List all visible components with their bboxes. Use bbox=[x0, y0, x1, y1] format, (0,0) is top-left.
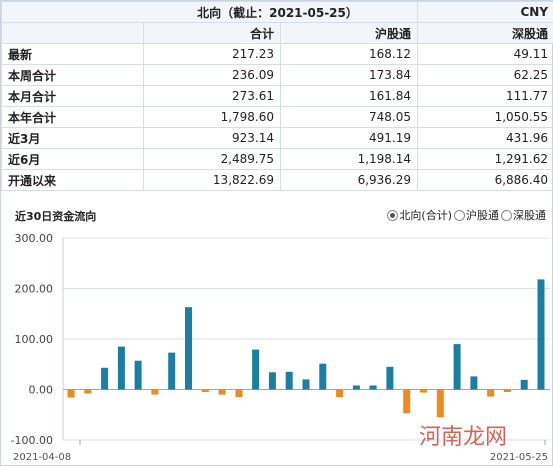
cell-total: 236.09 bbox=[143, 64, 281, 86]
flow-bar[interactable] bbox=[403, 389, 411, 414]
row-label: 最新 bbox=[1, 43, 144, 65]
cell-shanghai: 168.12 bbox=[279, 43, 419, 65]
table-row: 最新 217.23 168.12 49.11 bbox=[1, 43, 553, 65]
table-row: 本年合计 1,798.60 748.05 1,050.55 bbox=[1, 106, 553, 128]
row-label: 开通以来 bbox=[1, 169, 144, 191]
flow-bar[interactable] bbox=[218, 389, 226, 395]
flow-bar[interactable] bbox=[168, 352, 176, 390]
flow-bar[interactable] bbox=[117, 346, 125, 390]
cell-shanghai: 491.19 bbox=[279, 127, 419, 149]
cell-shanghai: 161.84 bbox=[279, 85, 419, 107]
option-label: 沪股通 bbox=[466, 209, 499, 222]
flow-bar[interactable] bbox=[520, 379, 528, 390]
flow-bar[interactable] bbox=[302, 379, 310, 390]
table-title-row: 北向（截止：2021-05-25） CNY bbox=[0, 1, 553, 23]
flow-bar[interactable] bbox=[436, 389, 444, 418]
column-header-blank bbox=[1, 22, 144, 44]
flow-bar[interactable] bbox=[67, 389, 75, 398]
flow-bar[interactable] bbox=[319, 363, 327, 390]
row-label: 本周合计 bbox=[1, 64, 144, 86]
chart-bars bbox=[67, 279, 545, 418]
flow-bar[interactable] bbox=[470, 376, 478, 390]
flow-bar[interactable] bbox=[151, 389, 159, 395]
column-header-row: 合计 沪股通 深股通 bbox=[1, 22, 553, 44]
chart-title: 近30日资金流向 bbox=[15, 210, 97, 223]
cell-shenzhen: 431.96 bbox=[417, 127, 553, 149]
flow-bar[interactable] bbox=[336, 389, 344, 398]
table-title: 北向（截止：2021-05-25） bbox=[0, 1, 419, 23]
table-row: 本月合计 273.61 161.84 111.77 bbox=[1, 85, 553, 107]
cell-total: 273.61 bbox=[143, 85, 281, 107]
option-shanghai-connect[interactable]: 沪股通 bbox=[454, 207, 499, 223]
radio-unselected-icon[interactable] bbox=[454, 209, 465, 221]
option-label: 北向(合计) bbox=[399, 209, 452, 222]
series-selector: 北向(合计) 沪股通 深股通 bbox=[387, 207, 546, 223]
flow-bar[interactable] bbox=[285, 371, 293, 390]
flow-bar[interactable] bbox=[453, 344, 461, 390]
flow-bar[interactable] bbox=[487, 389, 495, 397]
flow-bar[interactable] bbox=[134, 360, 142, 390]
column-header-shenzhen[interactable]: 深股通 bbox=[417, 22, 553, 44]
option-shenzhen-connect[interactable]: 深股通 bbox=[501, 207, 546, 223]
currency-label: CNY bbox=[417, 1, 553, 23]
flow-bar[interactable] bbox=[235, 389, 243, 398]
column-header-total[interactable]: 合计 bbox=[143, 22, 281, 44]
radio-selected-icon[interactable] bbox=[387, 209, 399, 221]
flow-bar[interactable] bbox=[369, 385, 377, 390]
x-axis-end-label: 2021-05-25 bbox=[490, 452, 548, 463]
table-row: 近3月 923.14 491.19 431.96 bbox=[1, 127, 553, 149]
cell-shenzhen: 49.11 bbox=[417, 43, 553, 65]
y-tick-label: 100.00 bbox=[15, 333, 54, 346]
cell-total: 923.14 bbox=[143, 127, 281, 149]
row-label: 本月合计 bbox=[1, 85, 144, 107]
cell-shanghai: 173.84 bbox=[279, 64, 419, 86]
cell-shenzhen: 1,291.62 bbox=[417, 148, 553, 170]
flow-bar[interactable] bbox=[420, 389, 427, 393]
y-tick-label: 200.00 bbox=[15, 283, 54, 296]
flow-bar[interactable] bbox=[352, 385, 360, 390]
y-tick-label: 300.00 bbox=[15, 232, 54, 245]
cell-shenzhen: 1,050.55 bbox=[417, 106, 553, 128]
cell-total: 1,798.60 bbox=[143, 106, 281, 128]
northbound-flow-widget: 北向（截止：2021-05-25） CNY 合计 沪股通 深股通 最新 217.… bbox=[0, 0, 553, 466]
table-row: 本周合计 236.09 173.84 62.25 bbox=[1, 64, 553, 86]
flow-bar[interactable] bbox=[386, 366, 394, 390]
cell-total: 13,822.69 bbox=[143, 169, 281, 191]
cell-shanghai: 748.05 bbox=[279, 106, 419, 128]
flow-bar[interactable] bbox=[185, 307, 192, 390]
cell-total: 2,489.75 bbox=[143, 148, 281, 170]
row-label: 本年合计 bbox=[1, 106, 144, 128]
flow-bar[interactable] bbox=[84, 389, 92, 394]
flow-bar[interactable] bbox=[252, 349, 260, 390]
flow-bar[interactable] bbox=[101, 367, 109, 390]
cell-shanghai: 6,936.29 bbox=[279, 169, 419, 191]
y-tick-label: 0.00 bbox=[29, 384, 54, 397]
table-row: 近6月 2,489.75 1,198.14 1,291.62 bbox=[1, 148, 553, 170]
cell-shenzhen: 62.25 bbox=[417, 64, 553, 86]
flow-summary-table: 北向（截止：2021-05-25） CNY 合计 沪股通 深股通 最新 217.… bbox=[0, 1, 553, 191]
watermark-logo: 河南龙网 bbox=[419, 425, 508, 450]
option-northbound-total[interactable]: 北向(合计) bbox=[387, 207, 452, 223]
table-row: 开通以来 13,822.69 6,936.29 6,886.40 bbox=[1, 169, 553, 191]
cell-shenzhen: 111.77 bbox=[417, 85, 553, 107]
chart-header: 近30日资金流向 北向(合计) 沪股通 深股通 bbox=[1, 206, 553, 226]
row-label: 近6月 bbox=[1, 148, 144, 170]
radio-unselected-icon[interactable] bbox=[501, 209, 512, 221]
cell-total: 217.23 bbox=[143, 43, 281, 65]
row-label: 近3月 bbox=[1, 127, 144, 149]
flow-bar[interactable] bbox=[268, 372, 276, 390]
column-header-shanghai[interactable]: 沪股通 bbox=[279, 22, 419, 44]
flow-bar[interactable] bbox=[503, 389, 511, 393]
cell-shenzhen: 6,886.40 bbox=[417, 169, 553, 191]
chart-grid bbox=[62, 237, 550, 445]
cell-shanghai: 1,198.14 bbox=[279, 148, 419, 170]
flow-bar[interactable] bbox=[537, 279, 545, 390]
y-tick-label: -100.00 bbox=[11, 434, 53, 447]
x-axis-start-label: 2021-04-08 bbox=[13, 452, 71, 463]
flow-bar[interactable] bbox=[201, 389, 209, 393]
option-label: 深股通 bbox=[513, 209, 546, 222]
